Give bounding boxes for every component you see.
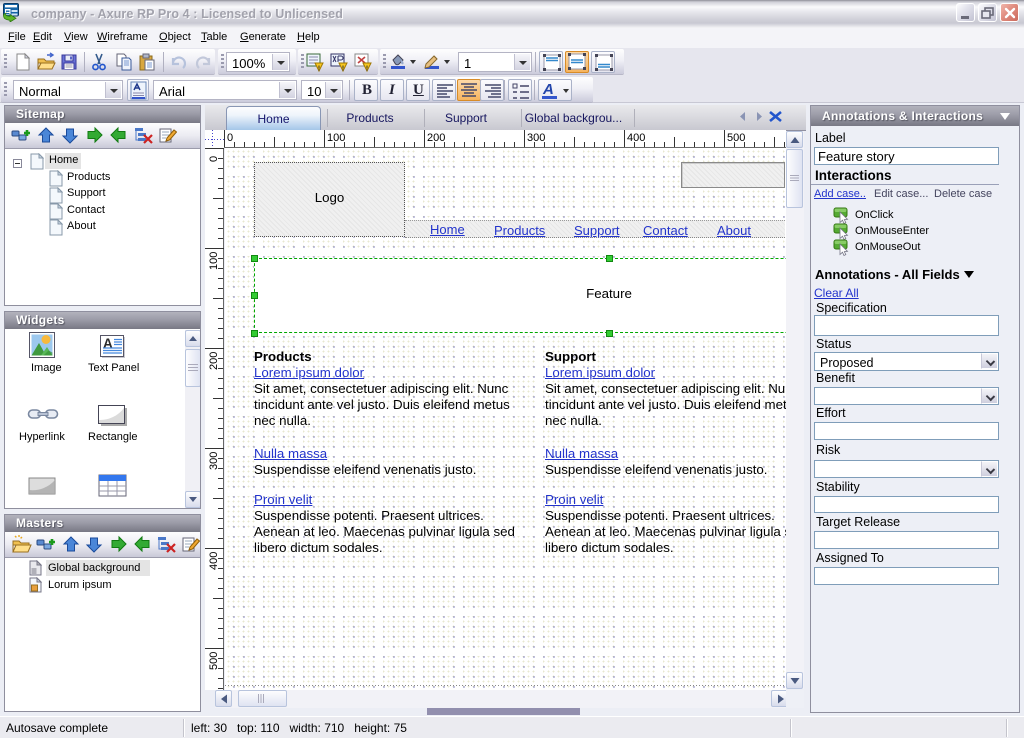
svg-text:A: A [103, 336, 113, 351]
